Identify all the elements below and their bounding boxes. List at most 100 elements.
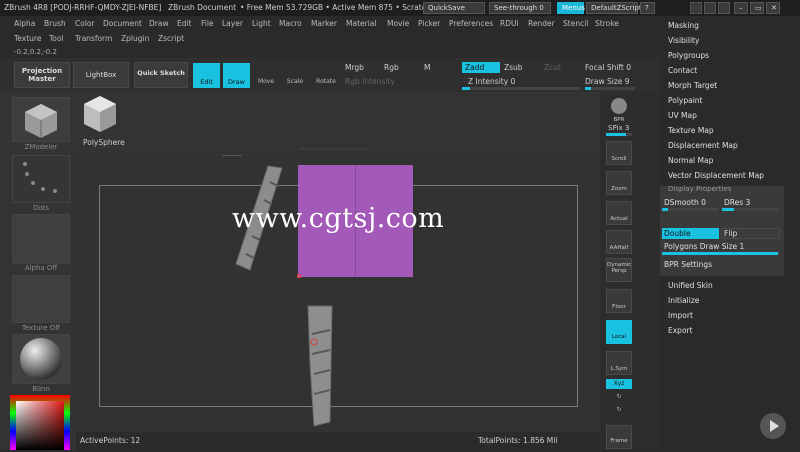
scroll-button[interactable]: Scroll [606,141,632,165]
persp-button[interactable]: Dynamic Persp [606,258,632,282]
quick-sketch-button[interactable]: Quick Sketch [134,62,188,88]
menu-light[interactable]: Light [252,19,271,28]
zsub-button[interactable]: Zsub [504,63,523,72]
uv-map-menu[interactable]: UV Map [668,111,697,120]
polygroups-menu[interactable]: Polygroups [668,51,709,60]
export-menu[interactable]: Export [668,326,693,335]
unified-skin-menu[interactable]: Unified Skin [668,281,713,290]
polygons-draw-size-slider[interactable]: Polygons Draw Size 1 [664,242,744,251]
rotate-z-icon[interactable]: ↻ [612,406,626,413]
contact-menu[interactable]: Contact [668,66,697,75]
actual-button[interactable]: Actual [606,201,632,225]
dsmooth-slider[interactable]: DSmooth 0 [664,198,706,207]
menu-marker[interactable]: Marker [311,19,337,28]
z-intensity-slider[interactable]: Z Intensity 0 [468,77,515,86]
aahalf-button[interactable]: AAHalf [606,230,632,254]
zcut-button[interactable]: Zcut [544,63,561,72]
projection-master-button[interactable]: Projection Master [14,62,70,88]
see-through-slider[interactable]: See-through 0 [489,2,551,14]
display-properties-title[interactable]: Display Properties [668,185,731,193]
menu-material[interactable]: Material [346,19,376,28]
rgb-intensity-slider[interactable]: Rgb Intensity [345,77,395,86]
menu-alpha[interactable]: Alpha [14,19,35,28]
displacement-map-menu[interactable]: Displacement Map [668,141,738,150]
rotate-y-icon[interactable]: ↻ [612,393,626,400]
menu-tool[interactable]: Tool [49,34,64,43]
swatch-icon[interactable] [718,2,730,14]
draw-button[interactable]: Draw [223,63,250,88]
menu-macro[interactable]: Macro [279,19,302,28]
rotate-button[interactable]: Rotate [314,68,338,85]
dsmooth-track[interactable] [662,208,718,211]
menu-render[interactable]: Render [528,19,555,28]
color-square[interactable] [10,395,70,450]
layout-icon[interactable] [690,2,702,14]
menu-rdui[interactable]: RDUi [500,19,519,28]
edit-button[interactable]: Edit [193,63,220,88]
default-zscript-button[interactable]: DefaultZScript [586,2,642,14]
dres-slider[interactable]: DRes 3 [724,198,750,207]
menu-edit[interactable]: Edit [177,19,192,28]
stroke-thumb[interactable] [12,155,70,203]
focal-shift-slider[interactable]: Focal Shift 0 [585,63,631,72]
rgb-button[interactable]: Rgb [384,63,399,72]
menu-stroke[interactable]: Stroke [595,19,619,28]
spix-track[interactable] [606,133,632,136]
xyz-button[interactable]: Xyz [606,379,632,389]
dres-track[interactable] [722,208,778,211]
frame-button[interactable]: Frame [606,425,632,449]
menu-layer[interactable]: Layer [222,19,243,28]
draw-size-track[interactable] [585,87,635,90]
quicksave-button[interactable]: QuickSave [423,2,485,14]
color-picker[interactable] [10,395,70,450]
menu-draw[interactable]: Draw [149,19,169,28]
menu-document[interactable]: Document [103,19,142,28]
bpr-button[interactable]: BPR [606,97,632,123]
import-menu[interactable]: Import [668,311,693,320]
floor-button[interactable]: Floor [606,289,632,313]
vector-displacement-map-menu[interactable]: Vector Displacement Map [668,171,764,180]
mrgb-button[interactable]: Mrgb [345,63,364,72]
menu-texture[interactable]: Texture [14,34,41,43]
spix-slider[interactable]: SPix 3 [608,124,629,132]
z-intensity-track[interactable] [462,87,580,90]
menu-stencil[interactable]: Stencil [563,19,588,28]
minimize-icon[interactable]: – [734,2,748,14]
restore-icon[interactable]: ▭ [750,2,764,14]
menus-button[interactable]: Menus [557,2,585,14]
menu-transform[interactable]: Transform [75,34,112,43]
menu-movie[interactable]: Movie [387,19,409,28]
masking-menu[interactable]: Masking [668,21,699,30]
scale-button[interactable]: Scale [284,68,306,85]
polysphere-thumb[interactable] [80,94,120,142]
lightbox-button[interactable]: LightBox [73,62,129,88]
material-thumb[interactable] [12,334,70,384]
texture-map-menu[interactable]: Texture Map [668,126,714,135]
pds-track[interactable] [662,252,780,255]
menu-preferences[interactable]: Preferences [449,19,493,28]
double-toggle[interactable]: Double [662,228,719,239]
polypaint-menu[interactable]: Polypaint [668,96,703,105]
m-button[interactable]: M [424,63,430,72]
menu-picker[interactable]: Picker [418,19,440,28]
alpha-thumb[interactable] [12,214,70,264]
close-icon[interactable]: ✕ [766,2,780,14]
local-button[interactable]: Local [606,320,632,344]
texture-thumb[interactable] [12,275,70,323]
morph-target-menu[interactable]: Morph Target [668,81,717,90]
initialize-menu[interactable]: Initialize [668,296,699,305]
draw-size-slider[interactable]: Draw Size 9 [585,77,630,86]
lsym-button[interactable]: L.Sym [606,351,632,375]
lower-rebar-mesh[interactable] [300,304,340,428]
dock-icon[interactable] [704,2,716,14]
menu-zscript[interactable]: Zscript [158,34,184,43]
move-button[interactable]: Move [255,68,277,85]
visibility-menu[interactable]: Visibility [668,36,699,45]
menu-zplugin[interactable]: Zplugin [121,34,149,43]
play-icon[interactable] [760,413,786,439]
menu-file[interactable]: File [201,19,214,28]
normal-map-menu[interactable]: Normal Map [668,156,713,165]
zoom-button[interactable]: Zoom [606,171,632,195]
bpr-settings-menu[interactable]: BPR Settings [664,260,712,269]
zmodeler-brush-thumb[interactable] [12,97,70,142]
